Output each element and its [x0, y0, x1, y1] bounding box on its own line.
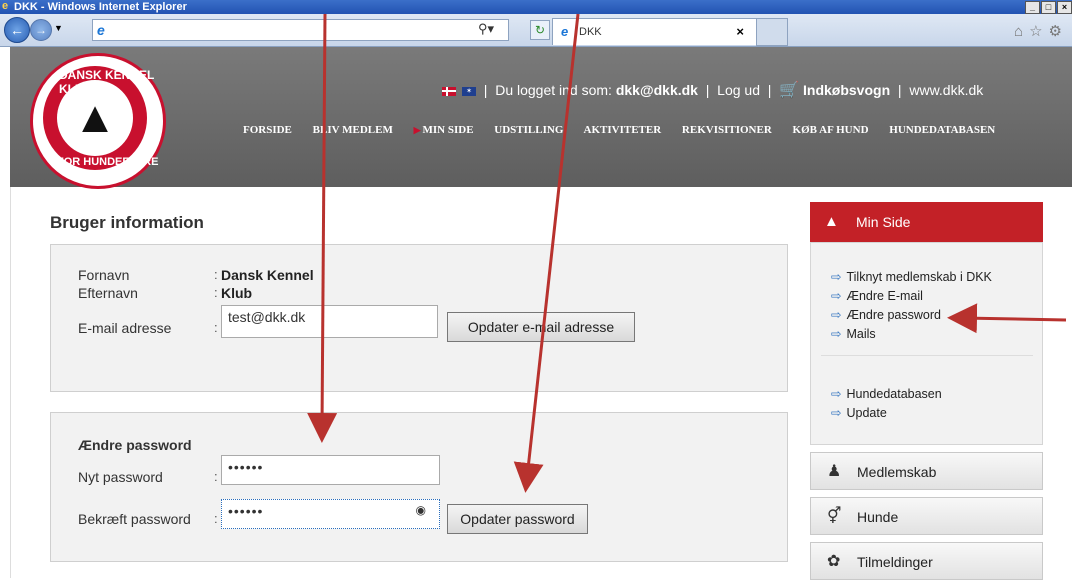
link-tilknyt-medlemskab[interactable]: Tilknyt medlemskab i DKK [831, 269, 991, 284]
logged-in-prefix: Du logget ind som: [495, 82, 612, 98]
menu-bliv-medlem[interactable]: BLIV MEDLEM [313, 124, 393, 136]
history-dropdown-icon[interactable]: ▼ [54, 23, 63, 33]
close-tab-icon[interactable]: × [736, 24, 744, 39]
dog-icon: ▲ [824, 213, 839, 230]
logo-text-bottom: FOR HUNDEEJERE [57, 156, 159, 168]
fornavn-value: Dansk Kennel [221, 267, 314, 283]
update-password-button[interactable]: Opdater password [447, 504, 588, 534]
sidebar-links: Tilknyt medlemskab i DKK Ændre E-mail Æn… [810, 242, 1043, 445]
email-label: E-mail adresse [78, 320, 172, 336]
efternavn-label: Efternavn [78, 285, 138, 301]
tab-label: DKK [579, 26, 602, 38]
password-section-title: Ændre password [78, 437, 192, 453]
window-title-bar: e DKK - Windows Internet Explorer _ □ × [0, 0, 1072, 14]
logout-link[interactable]: Log ud [717, 82, 760, 98]
user-bar: ✶ | Du logget ind som: dkk@dkk.dk | Log … [442, 80, 983, 100]
logged-in-user: dkk@dkk.dk [615, 82, 698, 98]
update-email-button[interactable]: Opdater e-mail adresse [447, 312, 635, 342]
site-link[interactable]: www.dkk.dk [909, 82, 983, 98]
danish-flag-icon[interactable] [442, 86, 456, 96]
email-input[interactable]: test@dkk.dk [221, 305, 438, 338]
reveal-password-icon[interactable]: ◉ [416, 503, 427, 517]
fornavn-label: Fornavn [78, 267, 130, 283]
medlemskab-label: Medlemskab [857, 464, 937, 480]
back-icon[interactable]: ← [4, 17, 30, 43]
link-update[interactable]: Update [831, 405, 886, 420]
sidebar-divider [821, 355, 1033, 356]
password-panel: Ændre password Nyt password : •••••• Bek… [50, 412, 788, 562]
window-title: DKK - Windows Internet Explorer [14, 1, 187, 13]
uk-flag-icon[interactable]: ✶ [462, 86, 476, 96]
browser-nav-bar: ← → ▼ e ⚲▾ ↻ e DKK × ⌂☆⚙ [0, 14, 1072, 47]
address-bar[interactable]: e [92, 19, 509, 41]
sidebar-header-min-side[interactable]: ▲ Min Side [810, 202, 1043, 242]
confirm-password-input[interactable]: •••••• ◉ [221, 499, 440, 529]
gender-icon: ⚥ [827, 508, 842, 525]
menu-kob-af-hund[interactable]: KØB AF HUND [793, 124, 869, 136]
menu-min-side[interactable]: MIN SIDE [414, 124, 474, 136]
tab-ie-icon: e [561, 24, 569, 39]
ie-page-icon: e [97, 22, 105, 38]
user-info-panel: Fornavn : Dansk Kennel Efternavn : Klub … [50, 244, 788, 392]
hunde-label: Hunde [857, 509, 899, 525]
members-icon: ♟ [827, 463, 842, 480]
forward-icon[interactable]: → [30, 19, 52, 41]
new-password-input[interactable]: •••••• [221, 455, 440, 485]
refresh-icon[interactable]: ↻ [530, 20, 550, 40]
menu-forside[interactable]: FORSIDE [243, 124, 292, 136]
close-window-button[interactable]: × [1057, 1, 1072, 14]
tab-dkk[interactable]: e DKK × [552, 18, 757, 45]
ribbon-icon: ✿ [827, 553, 841, 570]
sidebar-button-medlemskab[interactable]: ♟ Medlemskab [810, 452, 1043, 490]
new-tab-button[interactable] [756, 18, 788, 46]
confirm-password-label: Bekræft password [78, 511, 191, 527]
cart-icon[interactable]: 🛒 [779, 82, 799, 99]
sidebar-button-tilmeldinger[interactable]: ✿ Tilmeldinger [810, 542, 1043, 580]
cart-link[interactable]: Indkøbsvogn [803, 82, 890, 98]
main-menu: FORSIDE BLIV MEDLEM MIN SIDE UDSTILLING … [243, 124, 1013, 136]
search-dropdown-icon[interactable]: ⚲▾ [478, 21, 494, 37]
menu-rekvisitioner[interactable]: REKVISITIONER [682, 124, 772, 136]
dkk-logo[interactable]: ▲ DANSK KENNEL KLUB FOR HUNDEEJERE [30, 53, 166, 189]
logo-text-top: DANSK KENNEL KLUB [59, 68, 155, 96]
link-aendre-email[interactable]: Ændre E-mail [831, 288, 922, 303]
home-favorites-tools-icons[interactable]: ⌂☆⚙ [1014, 22, 1068, 40]
menu-aktiviteter[interactable]: AKTIVITETER [584, 124, 662, 136]
minimize-button[interactable]: _ [1025, 1, 1040, 14]
efternavn-value: Klub [221, 285, 253, 301]
menu-hundedatabasen[interactable]: HUNDEDATABASEN [889, 124, 995, 136]
sidebar-header-label: Min Side [856, 214, 911, 230]
link-mails[interactable]: Mails [831, 326, 875, 341]
page-title: Bruger information [50, 213, 204, 232]
link-hundedatabasen[interactable]: Hundedatabasen [831, 386, 941, 401]
menu-udstilling[interactable]: UDSTILLING [494, 124, 563, 136]
ie-logo-icon: e [2, 0, 9, 12]
maximize-button[interactable]: □ [1041, 1, 1056, 14]
link-aendre-password[interactable]: Ændre password [831, 307, 941, 322]
confirm-password-value: •••••• [228, 503, 264, 519]
new-password-label: Nyt password [78, 469, 163, 485]
sidebar-button-hunde[interactable]: ⚥ Hunde [810, 497, 1043, 535]
tilmeldinger-label: Tilmeldinger [857, 554, 933, 570]
site-header: ▲ DANSK KENNEL KLUB FOR HUNDEEJERE ✶ | D… [10, 47, 1072, 189]
